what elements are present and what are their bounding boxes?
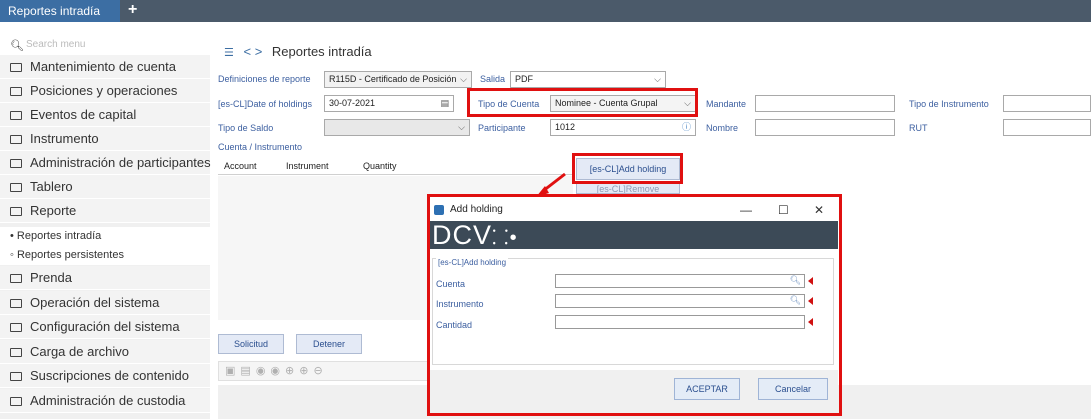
required-marker-icon [808,318,813,326]
app-icon [434,205,444,215]
cuenta-label: Cuenta [436,279,466,289]
cantidad-input[interactable] [555,315,805,329]
cancel-button[interactable]: Cancelar [758,378,828,400]
instrumento-label: Instrumento [436,299,484,309]
minimize-button[interactable]: — [740,199,752,221]
close-button[interactable]: ✕ [814,199,824,221]
cantidad-label: Cantidad [436,320,473,330]
magnifier-icon[interactable]: 🔍︎ [790,275,801,286]
maximize-button[interactable]: ☐ [778,199,789,221]
accept-button[interactable]: ACEPTAR [674,378,740,400]
dialog-title: Add holding [450,204,503,215]
required-marker-icon [808,297,813,305]
cuenta-input[interactable]: 🔍︎ [555,274,805,288]
required-marker-icon [808,277,813,285]
instrumento-input[interactable]: 🔍︎ [555,294,805,308]
fieldset-legend: [es-CL]Add holding [436,258,509,267]
dialog-titlebar: Add holding — ☐ ✕ [430,199,838,221]
magnifier-icon[interactable]: 🔍︎ [790,295,801,306]
dcv-logo: DCV⸬• [430,221,838,249]
